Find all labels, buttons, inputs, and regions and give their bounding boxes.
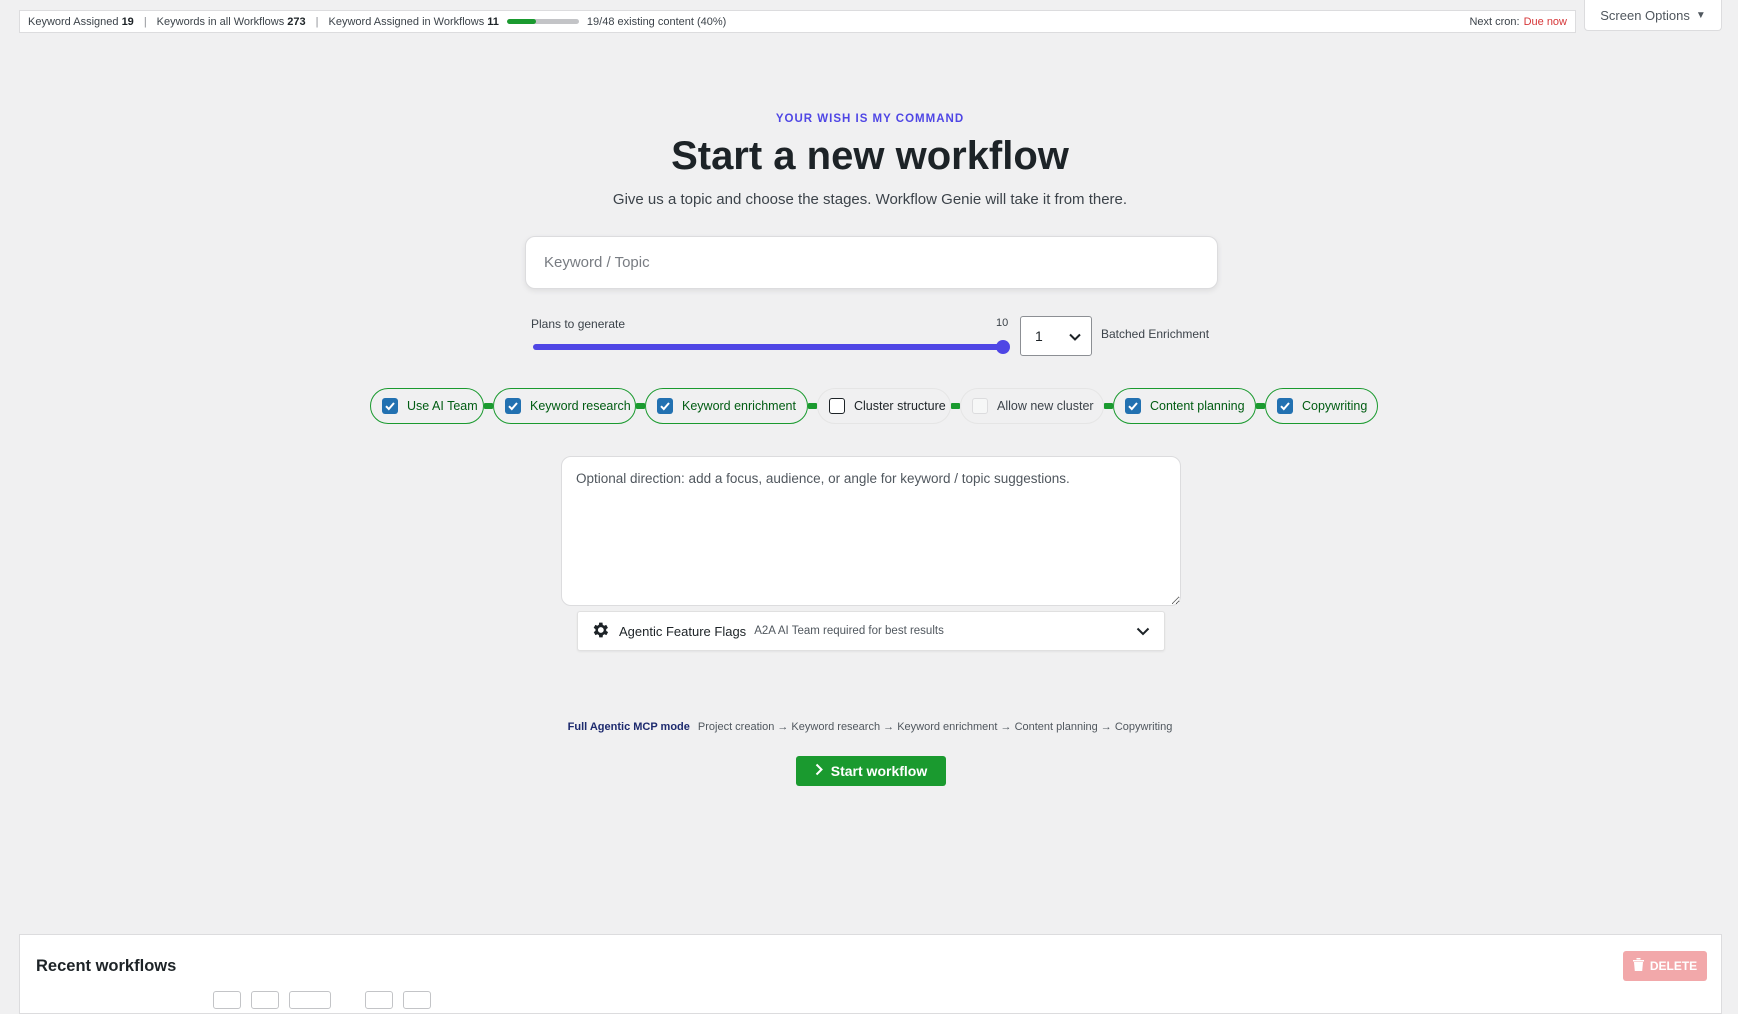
stage-connector [1104, 403, 1113, 409]
keyword-input[interactable] [525, 236, 1218, 289]
stage-use-ai-team[interactable]: Use AI Team [370, 388, 484, 424]
mode-pipeline: Project creation → Keyword research → Ke… [697, 721, 1173, 733]
stage-label: Keyword enrichment [682, 399, 796, 413]
stage-connector [951, 403, 960, 409]
flags-title: Agentic Feature Flags [619, 623, 747, 639]
checkbox-icon [1125, 398, 1141, 414]
screen-options-label: Screen Options [1600, 7, 1690, 23]
eyebrow: YOUR WISH IS MY COMMAND [775, 113, 965, 125]
mode-name: Full Agentic MCP mode [567, 721, 690, 733]
delete-label: DELETE [1649, 959, 1698, 973]
plans-value: 10 [996, 317, 1009, 329]
kw-assigned-label: Keyword Assigned [28, 15, 119, 28]
direction-textarea[interactable] [561, 456, 1181, 606]
kw-assigned-value: 19 [121, 15, 134, 28]
stage-pipeline: Use AI Team Keyword research Keyword enr… [370, 388, 1378, 424]
pagination-first-button[interactable] [213, 991, 241, 1009]
start-workflow-label: Start workflow [830, 763, 928, 779]
stage-allow-new-cluster[interactable]: Allow new cluster [960, 388, 1104, 424]
pagination-prev-button[interactable] [251, 991, 279, 1009]
slider-thumb[interactable] [996, 340, 1010, 354]
existing-content-progress [506, 19, 579, 24]
checkbox-icon [972, 398, 988, 414]
checkbox-icon [505, 398, 521, 414]
feature-flags-accordion[interactable]: Agentic Feature Flags A2A AI Team requir… [577, 611, 1165, 651]
checkbox-icon [1277, 398, 1293, 414]
stage-keyword-research[interactable]: Keyword research [493, 388, 636, 424]
kw-in-wf-value: 11 [487, 15, 499, 28]
chevron-right-icon [815, 763, 823, 779]
existing-content-text: 19/48 existing content (40%) [586, 15, 727, 28]
stage-connector [636, 403, 645, 409]
page-subtitle: Give us a topic and choose the stages. W… [612, 191, 1128, 208]
stage-connector [808, 403, 817, 409]
cron-label: Next cron: [1469, 15, 1520, 28]
kw-in-wf-label: Keyword Assigned in Workflows [328, 15, 485, 28]
next-cron: Next cron: Due now [1469, 16, 1567, 28]
trash-icon [1632, 958, 1644, 974]
caret-down-icon: ▼ [1695, 9, 1706, 21]
plans-slider[interactable] [533, 340, 1010, 354]
page-title: Start a new workflow [671, 134, 1069, 178]
chevron-down-icon [1069, 328, 1081, 344]
recent-workflows-title: Recent workflows [36, 957, 177, 975]
delete-button[interactable]: DELETE [1623, 951, 1707, 981]
stage-cluster-structure[interactable]: Cluster structure [817, 388, 951, 424]
stage-keyword-enrichment[interactable]: Keyword enrichment [645, 388, 808, 424]
kw-all-label: Keywords in all Workflows [156, 15, 285, 28]
mode-summary: Full Agentic MCP mode Project creation → … [0, 721, 1738, 733]
plans-label: Plans to generate [531, 317, 626, 331]
stage-label: Keyword research [530, 399, 631, 413]
stage-connector [484, 403, 493, 409]
gear-icon [590, 620, 610, 643]
slider-fill [533, 344, 1003, 350]
stage-connector [1256, 403, 1265, 409]
separator: | [143, 15, 147, 28]
batch-size-value: 1 [1035, 328, 1043, 344]
stage-label: Content planning [1150, 399, 1245, 413]
pagination-next-button[interactable] [365, 991, 393, 1009]
batch-size-select[interactable]: 1 [1020, 316, 1092, 356]
kw-all-value: 273 [287, 15, 306, 28]
start-workflow-button[interactable]: Start workflow [796, 756, 946, 786]
pagination-last-button[interactable] [403, 991, 431, 1009]
stage-copywriting[interactable]: Copywriting [1265, 388, 1378, 424]
separator: | [315, 15, 319, 28]
stage-label: Allow new cluster [997, 399, 1094, 413]
pagination-page-input[interactable] [289, 991, 331, 1009]
checkbox-icon [829, 398, 845, 414]
cron-due-link[interactable]: Due now [1524, 16, 1567, 28]
stats-bar: Keyword Assigned 19 | Keywords in all Wo… [19, 10, 1576, 33]
stage-label: Copywriting [1302, 399, 1368, 413]
screen-options-button[interactable]: Screen Options ▼ [1584, 0, 1722, 31]
progress-fill [506, 19, 536, 24]
recent-workflows-panel: Recent workflows DELETE [19, 934, 1722, 1014]
batch-label: Batched Enrichment [1101, 327, 1210, 341]
stage-label: Cluster structure [854, 399, 946, 413]
checkbox-icon [657, 398, 673, 414]
flags-note: A2A AI Team required for best results [754, 625, 944, 637]
stage-content-planning[interactable]: Content planning [1113, 388, 1256, 424]
checkbox-icon [382, 398, 398, 414]
stage-label: Use AI Team [407, 399, 478, 413]
chevron-down-icon [1136, 627, 1150, 636]
